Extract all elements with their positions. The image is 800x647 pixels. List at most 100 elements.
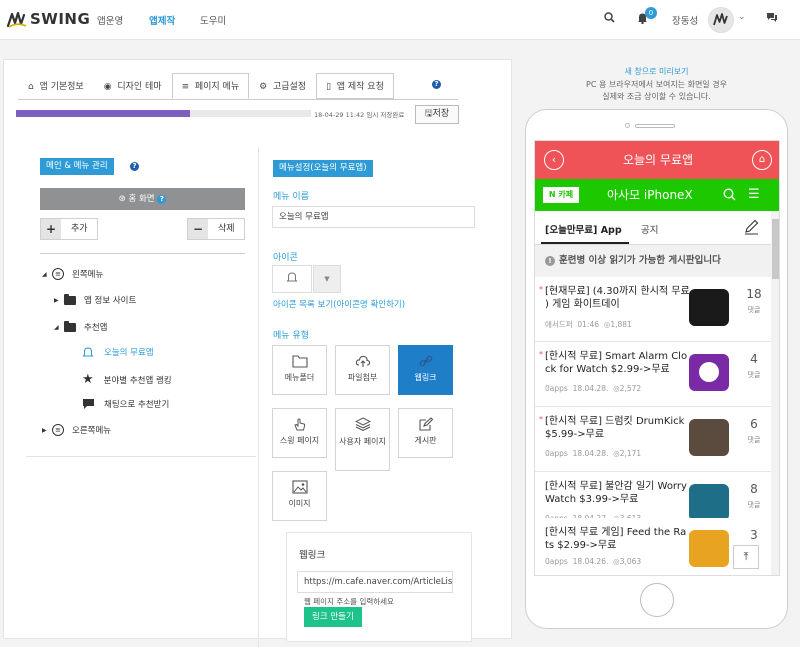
tree-todays-free-app[interactable]: 오늘의 무료앱 [82,346,154,358]
list-circle-icon: ≡ [52,268,64,280]
nav-help[interactable]: 도우미 [200,13,226,27]
menu-manage-title: 메인 & 메뉴 관리 [40,158,114,175]
hot-star-icon: * [539,350,543,359]
app-title-bar: ‹ 오늘의 무료앱 ⌂ [535,141,779,179]
type-user-page[interactable]: 사용자 페이지 [335,408,390,471]
help-icon[interactable]: ? [432,80,441,89]
nav-app-operation[interactable]: 앱운영 [97,13,123,27]
home-icon[interactable]: ⌂ [752,150,772,170]
tab-divider [18,99,458,100]
post-meta: 0apps 18.04.28. ◎2,572 [545,384,642,393]
icon-dropdown-button[interactable]: ▼ [313,265,341,293]
weblink-hint: 웹 페이지 주소를 입력하세요 [304,597,394,606]
menu-name-input[interactable]: 오늘의 무료앱 [272,206,475,228]
write-icon[interactable] [743,219,759,238]
app-logo[interactable]: SWING [6,9,90,29]
weblink-title: 웹링크 [299,550,326,561]
tab-advanced[interactable]: ⚙ 고급설정 [249,73,316,99]
cafe-tab-active[interactable]: [오늘만무료] App [545,222,622,236]
tree-category-ranking[interactable]: ★ 분야별 추천앱 랭킹 [82,372,172,387]
tab-basic-info[interactable]: ⌂ 앱 기본정보 [18,73,94,99]
tree-left-menu[interactable]: ◢ ≡ 왼쪽메뉴 [42,268,103,280]
home-help-icon[interactable]: ? [157,195,167,204]
chat-icon[interactable] [766,12,778,26]
back-icon[interactable]: ‹ [544,150,564,170]
collapse-arrow-icon[interactable]: ▶ [42,427,52,434]
make-link-button[interactable]: 링크 만들기 [304,607,362,627]
post-title: [한시적 무료] 드럼킷 DrumKick $5.99->무료 [545,416,685,440]
type-web-link[interactable]: 웹링크 [398,345,453,395]
pointer-hand-icon [293,418,305,431]
phone-screen: ‹ 오늘의 무료앱 ⌂ N 카페 아사모 iPhoneX ☰ [오늘만무료] A… [534,140,780,576]
tree-bottom-separator [26,456,256,457]
cafe-search-icon[interactable] [723,188,736,204]
scrollbar-thumb[interactable] [772,219,779,279]
post-meta: 애서드퍼 01:46 ◎1,881 [545,320,632,329]
icon-list-link[interactable]: 아이콘 목록 보기(아이콘명 확인하기) [273,298,405,310]
tab-page-menu[interactable]: ≡ 페이지 메뉴 [171,73,250,99]
user-name[interactable]: 장동성 [672,13,698,27]
expand-arrow-icon[interactable]: ◢ [54,324,64,331]
chevron-down-icon[interactable]: ⌄ [738,12,746,22]
column-divider [258,147,259,647]
icon-preview[interactable] [272,265,312,293]
image-icon [291,480,308,494]
type-menu-folder[interactable]: 메뉴폴더 [272,345,327,395]
tab-build-request[interactable]: ▯ 앱 제작 요청 [316,73,394,99]
save-button[interactable]: 🖫저장 [415,105,459,124]
folder-icon [64,320,76,332]
tree-chat-recommend[interactable]: 채팅으로 추천받기 [82,398,169,410]
tree-recommended-apps[interactable]: ◢ 추천앱 [54,320,107,333]
icon-label: 아이콘 [273,253,298,263]
plus-icon: + [41,219,61,239]
save-icon: 🖫 [424,109,433,119]
comment-count: 4 [750,352,758,366]
notification-badge: 0 [645,7,657,19]
add-menu-button[interactable]: + 추가 [40,218,98,240]
delete-menu-button[interactable]: − 삭제 [187,218,245,240]
search-icon[interactable] [604,12,615,26]
collapse-arrow-icon[interactable]: ▶ [54,297,64,304]
preview-new-window-link[interactable]: 새 창으로 미리보기 [525,66,788,77]
phone-home-button [640,583,674,617]
home-circle-icon: ⊛ [118,194,126,204]
swing-logo-icon [6,11,27,28]
avatar[interactable] [708,7,734,33]
tree-app-info-site[interactable]: ▶ 앱 정보 사이트 [54,293,136,306]
comment-label: 댓글 [747,306,761,314]
folder-outline-icon [291,355,308,368]
type-image[interactable]: 이미지 [272,471,327,521]
edit-icon [418,417,433,431]
post-row[interactable]: * [한시적 무료] 드럼킷 DrumKick $5.99->무료 0apps … [535,407,771,472]
minus-icon: − [188,219,208,239]
post-title: [한시적 무료 게임] Feed the Rats $2.99->무료 [545,527,687,551]
expand-arrow-icon[interactable]: ◢ [42,271,52,278]
menu-name-label: 메뉴 이름 [273,192,309,202]
active-tab-underline [541,242,629,244]
menu-help-icon[interactable]: ? [130,162,139,171]
post-meta: 0apps 18.04.26. ◎3,063 [545,557,642,566]
scroll-to-top-button[interactable]: ⤒ [733,545,759,569]
post-row[interactable]: * [현재무료] (4.30까지 한시적 무료 ) 게임 화이트데이 애서드퍼 … [535,277,771,342]
post-thumbnail [689,530,729,567]
tab-design-theme[interactable]: ◉ 디자인 테마 [94,73,172,99]
post-row[interactable]: * [한시적 무료] Smart Alarm Clock for Watch $… [535,342,771,407]
speech-bubble-icon [83,399,94,409]
type-board[interactable]: 게시판 [398,408,453,458]
preview-caption-line1: PC 용 브라우저에서 보여지는 화면일 경우 [586,80,727,89]
type-file-attach[interactable]: 파일첨부 [335,345,390,395]
cafe-title[interactable]: 아사모 iPhoneX [607,179,693,211]
comment-label: 댓글 [747,371,761,379]
home-screen-button[interactable]: ⊛ 홈 화면 ? [40,188,245,210]
comment-label: 댓글 [747,501,761,509]
comment-label: 댓글 [747,436,761,444]
preview-scrollbar[interactable] [771,211,779,575]
type-swing-page[interactable]: 스윙 페이지 [272,408,327,458]
hamburger-menu-icon[interactable]: ☰ [748,187,760,202]
tree-right-menu[interactable]: ▶ ≡ 오른쪽메뉴 [42,424,111,436]
cafe-tab-notice[interactable]: 공지 [641,222,658,236]
phone-camera [625,123,630,128]
nav-app-build[interactable]: 앱제작 [149,13,175,27]
post-title: [한시적 무료] 불안감 일기 Worry Watch $3.99->무료 [545,481,687,505]
weblink-url-input[interactable]: https://m.cafe.naver.com/ArticleLis [297,571,453,593]
